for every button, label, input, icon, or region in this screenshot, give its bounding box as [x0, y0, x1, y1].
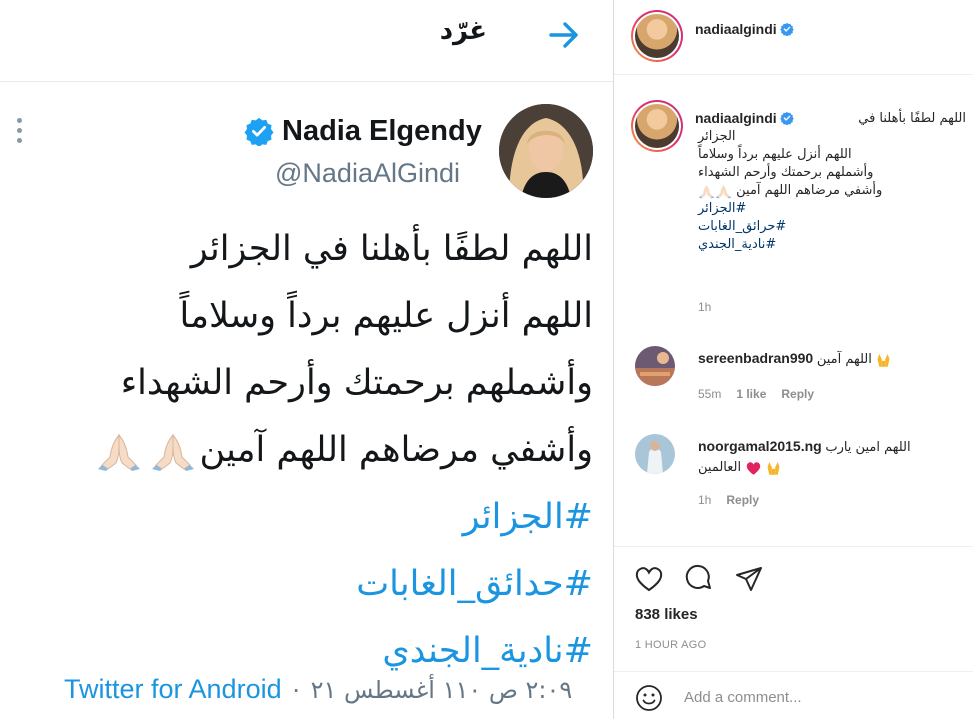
- raised-hands-icon: [878, 353, 890, 367]
- tweet-author-name: Nadia Elgendy: [282, 114, 482, 147]
- heart-icon[interactable]: [634, 564, 664, 594]
- caption-avatar[interactable]: [631, 100, 683, 152]
- tweet-author-handle: @NadiaAlGindi: [275, 158, 460, 188]
- caption-line: اللهم أنزل عليهم برداً وسلاماً: [698, 147, 852, 162]
- more-options-icon: [12, 118, 26, 148]
- caption-line-with-emoji: وأشفي مرضاهم اللهم آمين: [698, 182, 966, 200]
- caption-line: وأشملهم برحمتك وأرحم الشهداء: [698, 165, 874, 180]
- arrow-right-icon: [549, 22, 578, 48]
- heart-icon: [746, 461, 760, 475]
- reply-button[interactable]: Reply: [726, 493, 759, 507]
- post-time[interactable]: 1 HOUR AGO: [635, 639, 706, 651]
- tweet-source: Twitter for Android: [64, 674, 282, 704]
- comment-icon[interactable]: [684, 564, 714, 594]
- verified-badge-icon: [779, 22, 794, 36]
- tweet-line: وأشملهم برحمتك وأرحم الشهداء: [120, 363, 593, 403]
- reply-button[interactable]: Reply: [781, 387, 814, 401]
- emoji-smile-icon[interactable]: [635, 684, 663, 712]
- comment-line: noorgamal2015.ng اللهم امين يارب العالمي…: [698, 437, 970, 477]
- caption: اللهم لطفًا بأهلنا في الجزائر اللهم أنزل…: [698, 110, 966, 254]
- comment-username[interactable]: noorgamal2015.ng: [698, 438, 822, 454]
- post-image: غرّد Nadia Elgendy @NadiaAlGindi اللهم ل…: [0, 0, 613, 719]
- caption-line: اللهم لطفًا بأهلنا في: [858, 111, 966, 126]
- tweet-separator: ·: [291, 674, 301, 704]
- caption-user: nadiaalgindi: [695, 110, 794, 126]
- post-actions: 838 likes 1 HOUR AGO: [614, 546, 973, 671]
- comment-item: sereenbadran990 اللهم آمين 55m 1 like Re…: [635, 346, 970, 406]
- tweet-header: غرّد: [0, 0, 613, 82]
- caption-line: وأشفي مرضاهم اللهم آمين: [736, 183, 883, 198]
- comment-likes[interactable]: 1 like: [736, 387, 766, 401]
- comment-avatar[interactable]: [635, 346, 675, 386]
- caption-time: 1h: [698, 300, 712, 314]
- tweet-hashtag: #الجزائر: [462, 497, 593, 537]
- praying-hands-icon: [151, 433, 194, 471]
- comment-line: sereenbadran990 اللهم آمين: [698, 349, 970, 369]
- tweet-header-title: غرّد: [439, 16, 487, 46]
- comment-item: noorgamal2015.ng اللهم امين يارب العالمي…: [635, 434, 970, 514]
- caption-hashtag[interactable]: #حرائق_الغابات: [698, 218, 966, 236]
- tweet-hashtag: #حدائق_الغابات: [356, 564, 593, 604]
- add-comment-input[interactable]: [684, 686, 914, 708]
- tweet-avatar: [499, 104, 593, 198]
- caption-line: الجزائر: [698, 129, 736, 144]
- comment-text: اللهم امين يارب: [825, 440, 911, 455]
- raised-hands-icon: [767, 461, 780, 475]
- add-comment-bar: [614, 671, 973, 719]
- tweet-line-with-emoji: وأشفي مرضاهم اللهم آمين: [33, 417, 593, 484]
- caption-username[interactable]: nadiaalgindi: [695, 110, 777, 126]
- comment-meta: 1h Reply: [698, 493, 759, 507]
- comment-avatar[interactable]: [635, 434, 675, 474]
- tweet-author: Nadia Elgendy: [244, 113, 482, 149]
- comment-text: اللهم آمين: [816, 352, 872, 367]
- verified-badge-icon: [244, 117, 274, 146]
- header-username[interactable]: nadiaalgindi: [695, 21, 777, 37]
- comment-time: 1h: [698, 493, 712, 507]
- comments-list[interactable]: اللهم لطفًا بأهلنا في الجزائر اللهم أنزل…: [614, 76, 973, 544]
- share-icon[interactable]: [734, 564, 764, 594]
- likes-count[interactable]: 838 likes: [635, 606, 698, 623]
- comment-username[interactable]: sereenbadran990: [698, 350, 813, 366]
- caption-hashtag[interactable]: #نادية_الجندي: [698, 236, 966, 254]
- praying-hands-icon: [698, 184, 715, 198]
- header-avatar[interactable]: [631, 10, 683, 62]
- tweet-line: اللهم لطفًا بأهلنا في الجزائر: [190, 229, 593, 269]
- comment-meta: 55m 1 like Reply: [698, 387, 814, 401]
- tweet-text: اللهم لطفًا بأهلنا في الجزائر اللهم أنزل…: [33, 216, 593, 685]
- tweet-line: اللهم أنزل عليهم برداً وسلاماً: [179, 296, 593, 336]
- post-side-panel: nadiaalgindi اللهم لطفًا بأهلنا في الجزا…: [613, 0, 973, 719]
- header-user: nadiaalgindi: [695, 21, 794, 37]
- comment-text-continued: العالمين: [698, 460, 742, 475]
- verified-badge-icon: [779, 111, 794, 125]
- tweet-date: ٢:٠٩ ص ١١٠ أغسطس ٢١: [310, 676, 573, 704]
- comment-time: 55m: [698, 387, 722, 401]
- praying-hands-icon: [97, 433, 140, 471]
- post-header: nadiaalgindi: [614, 0, 973, 75]
- caption-hashtag[interactable]: #الجزائر: [698, 200, 966, 218]
- tweet-footer: Twitter for Android · ٢:٠٩ ص ١١٠ أغسطس ٢…: [64, 674, 572, 705]
- praying-hands-icon: [715, 184, 732, 198]
- tweet-line: وأشفي مرضاهم اللهم آمين: [199, 430, 593, 470]
